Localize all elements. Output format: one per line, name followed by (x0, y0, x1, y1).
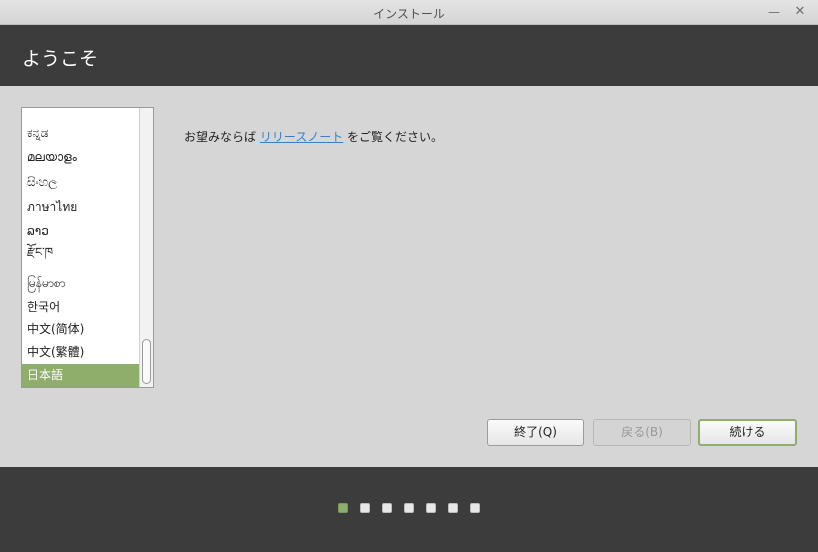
progress-dot (382, 503, 392, 513)
list-item[interactable]: རྫོང་ཁ (22, 241, 139, 264)
list-item-selected[interactable]: 日本語 (22, 364, 139, 387)
list-item[interactable]: ಕನ್ನಡ (22, 122, 139, 145)
language-list[interactable]: ಕನ್ನಡ മലയാളം සිංහල ภาษาไทย ລາວ རྫོང་ཁ မြ… (21, 107, 154, 388)
list-item[interactable]: ภาษาไทย (22, 196, 139, 219)
page-header: ようこそ (0, 25, 818, 86)
list-item[interactable]: ລາວ (22, 220, 139, 243)
list-item-partial[interactable] (22, 108, 139, 113)
list-item[interactable]: മലയാളം (22, 146, 139, 169)
progress-dot (360, 503, 370, 513)
progress-dots (338, 503, 488, 515)
progress-dot (470, 503, 480, 513)
continue-button[interactable]: 続ける (698, 419, 797, 446)
list-item[interactable]: မြန်မာစာ (22, 272, 139, 295)
release-notes-text: お望みならば リリースノート をご覧ください。 (184, 128, 443, 145)
scrollbar-thumb[interactable] (142, 339, 151, 384)
release-notes-link[interactable]: リリースノート (260, 130, 343, 144)
progress-dot (426, 503, 436, 513)
page-title: ようこそ (22, 48, 99, 70)
list-item[interactable]: සිංහල (22, 171, 139, 194)
window-title: インストール (373, 7, 445, 21)
list-item[interactable]: 中文(繁體) (22, 341, 139, 364)
back-button[interactable]: 戻る(B) (593, 419, 691, 446)
minimize-icon[interactable]: — (765, 3, 783, 21)
progress-dot (404, 503, 414, 513)
title-bar: インストール — ✕ (0, 0, 818, 25)
progress-dot (448, 503, 458, 513)
close-icon[interactable]: ✕ (791, 3, 809, 21)
release-notes-suffix: をご覧ください。 (343, 130, 444, 144)
progress-dot-active (338, 503, 348, 513)
language-list-scrollbar[interactable] (139, 108, 153, 387)
installer-window: インストール — ✕ ようこそ ಕನ್ನಡ മലയാളം සිංහල ภาษาไ… (0, 0, 818, 552)
quit-button[interactable]: 終了(Q) (487, 419, 584, 446)
list-item[interactable]: 中文(简体) (22, 318, 139, 341)
release-notes-prefix: お望みならば (184, 130, 260, 144)
progress-footer (0, 467, 818, 552)
list-item[interactable]: 한국어 (22, 296, 139, 319)
